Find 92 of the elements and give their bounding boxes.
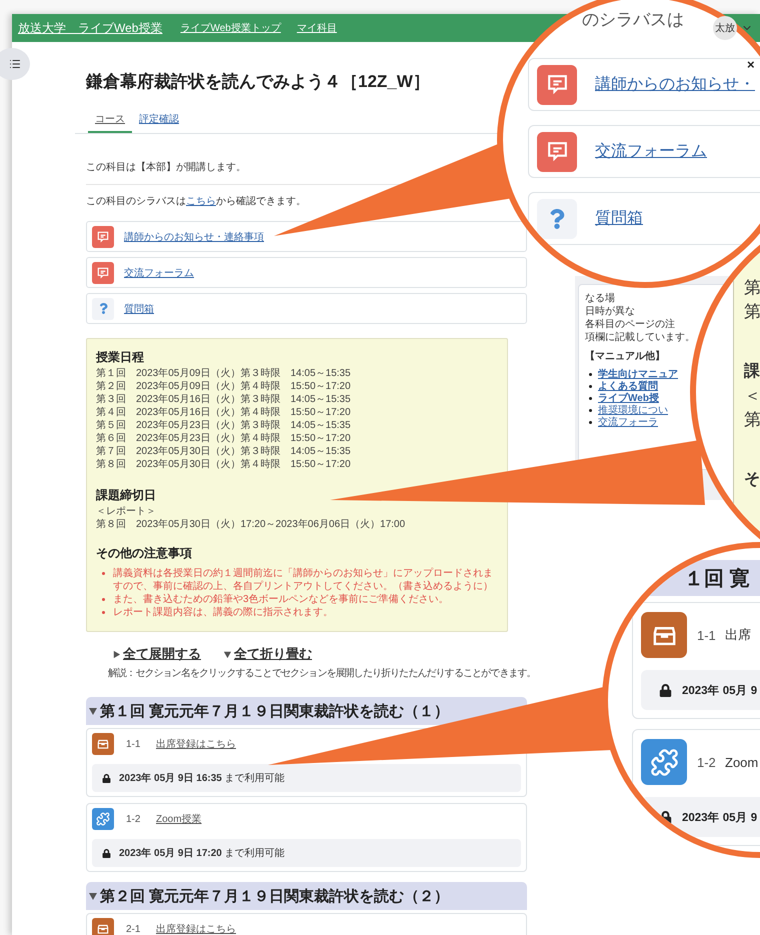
close-button[interactable]: ×: [747, 58, 755, 72]
manual-link[interactable]: 交流フォーラ: [598, 415, 658, 429]
schedule-heading: 授業日程: [96, 349, 145, 365]
activity-link[interactable]: 講師からのお知らせ・連絡事項: [124, 230, 264, 244]
section-header[interactable]: 第２回 寛元元年７月１９日関東裁許状を読む（２）: [86, 882, 527, 910]
bullet-icon: [589, 420, 592, 424]
info-text: なる場: [585, 292, 616, 305]
bullet-icon: [102, 598, 105, 601]
manual-link[interactable]: 学生向けマニュア: [598, 367, 678, 381]
schedule-row-text: 第５回 2023年05月23日（火）第３時限 14:05～15:35: [96, 419, 352, 432]
deadline-text: ＜レポート＞: [96, 505, 157, 518]
lock-icon: [659, 684, 672, 696]
syllabus-link[interactable]: こちら: [186, 196, 216, 207]
availability-text: 2023年 05月 9日 16:35 まで利用可能: [119, 772, 285, 785]
lock-icon: [102, 774, 111, 782]
deadline-text: 第８回 2023年05月30日（火）17:20～2023年06月06日（火）17:00: [96, 518, 406, 531]
note-text: レポート課題内容は、講義の際に指示されます。: [113, 606, 333, 619]
activity-link[interactable]: 出席登録はこちら: [156, 922, 236, 935]
syllabus-text: のシラバスは: [582, 10, 684, 30]
lock-icon: [659, 810, 672, 824]
note-text: 講義資料は各授業日の約１週間前迄に「講師からのお知らせ」にアップロードされますので、事前に確認の上、各自プリントアウトしてください。（書き込めるように）: [113, 567, 494, 593]
nav-link[interactable]: マイ科目: [296, 21, 337, 35]
activity-link[interactable]: 出席登録はこちら: [156, 737, 236, 751]
bullet-icon: [102, 611, 105, 614]
manual-link[interactable]: よくある質問: [598, 379, 658, 393]
text-fragment: 第: [744, 277, 760, 299]
bullet-icon: [589, 372, 592, 376]
manual-link[interactable]: ライブWeb授: [598, 391, 659, 405]
manual-link[interactable]: 推奨環境につい: [598, 403, 668, 417]
activity-link[interactable]: 交流フォーラム: [595, 141, 707, 162]
caret-right-icon: [112, 650, 121, 658]
availability-text: 2023年 05月 9: [682, 810, 758, 824]
activity-title: 出席: [725, 626, 751, 644]
question-mark-icon: [92, 298, 114, 320]
activity-link[interactable]: 質問箱: [124, 302, 154, 316]
course-title: 鎌倉幕府裁許状を読んでみよう４［12Z_W］: [86, 72, 431, 92]
schedule-row-text: 第６回 2023年05月23日（火）第４時限 15:50～17:20: [96, 432, 352, 445]
schedule-row-text: 第２回 2023年05月09日（火）第４時限 15:50～17:20: [96, 380, 352, 393]
activity-number: 1-1: [126, 738, 142, 750]
host-text: この科目は【本部】が開講します。: [86, 162, 247, 174]
schedule-row-text: 第４回 2023年05月16日（火）第４時限 15:50～17:20: [96, 406, 352, 419]
lock-icon: [102, 848, 111, 858]
chat-bubble-icon: [92, 226, 114, 248]
bullet-icon: [589, 384, 592, 388]
expand-all-link[interactable]: 全て展開する: [112, 645, 201, 663]
tab[interactable]: コース: [88, 108, 132, 133]
caret-down-icon: [223, 650, 232, 658]
heading-fragment: そ: [744, 470, 760, 490]
schedule-row-text: 第７回 2023年05月30日（火）第３時限 14:05～15:35: [96, 445, 352, 458]
activity-link[interactable]: 交流フォーラム: [124, 266, 194, 280]
activity-number: 1-2: [126, 814, 142, 824]
deadline-heading: 課題締切日: [96, 487, 157, 503]
puzzle-icon: [641, 739, 687, 785]
activity-link[interactable]: 講師からのお知らせ・: [595, 74, 755, 95]
activity-link[interactable]: Zoom授業: [156, 812, 202, 826]
info-text: 日時が異な: [585, 305, 636, 318]
collapse-all-link[interactable]: 全て折り畳む: [223, 645, 312, 663]
notes-heading: その他の注意事項: [96, 545, 193, 561]
question-mark-icon: [537, 198, 577, 238]
box-icon: [641, 612, 687, 658]
availability-text: 2023年 05月 9日 17:20 まで利用可能: [119, 846, 285, 860]
chat-bubble-icon: [92, 262, 114, 284]
section-title: 第２回 寛元元年７月１９日関東裁許状を読む（２）: [100, 886, 450, 906]
schedule-row-text: 第１回 2023年05月09日（火）第３時限 14:05～15:35: [96, 367, 352, 380]
schedule-row-text: 第８回 2023年05月30日（火）第４時限 15:50～17:20: [96, 458, 352, 471]
site-title-link[interactable]: 放送大学 ライブWeb授業: [18, 20, 162, 36]
section-header[interactable]: 第１回 寛元元年７月１９日関東裁許状を読む（１）: [86, 697, 527, 725]
heading-fragment: 課: [744, 361, 760, 382]
text-fragment: ＜: [744, 385, 760, 407]
tab[interactable]: 評定確認: [132, 108, 186, 133]
chat-bubble-icon: [537, 64, 577, 104]
nav-link[interactable]: ライブWeb授業トップ: [180, 21, 281, 35]
chat-bubble-icon: [537, 132, 577, 172]
activity-number: 1-2: [697, 754, 717, 770]
bullet-icon: [102, 572, 105, 575]
note-text: また、書き込むための鉛筆や3色ボールペンなどを事前にご準備ください。: [113, 593, 449, 606]
info-text: 各科目のページの注: [585, 318, 676, 331]
manual-heading: 【マニュアル他】: [585, 350, 666, 364]
text-fragment: 第: [744, 409, 760, 431]
bullet-icon: [589, 408, 592, 412]
section-title: 第１回 寛元元年７月１９日関東裁許状を読む（１）: [100, 702, 450, 720]
puzzle-icon: [92, 808, 114, 830]
info-text: 項欄に記載しています。: [585, 331, 696, 344]
text-fragment: 第: [744, 301, 760, 323]
box-icon: [92, 733, 114, 755]
activity-number: 1-1: [697, 628, 717, 642]
bullet-icon: [589, 396, 592, 400]
activity-title: Zoom: [725, 754, 758, 770]
activity-number: 2-1: [126, 924, 142, 934]
availability-text: 2023年 05月 9: [682, 684, 758, 698]
activity-link[interactable]: 質問箱: [595, 208, 643, 229]
schedule-row-text: 第３回 2023年05月16日（火）第３時限 14:05～15:35: [96, 393, 352, 406]
